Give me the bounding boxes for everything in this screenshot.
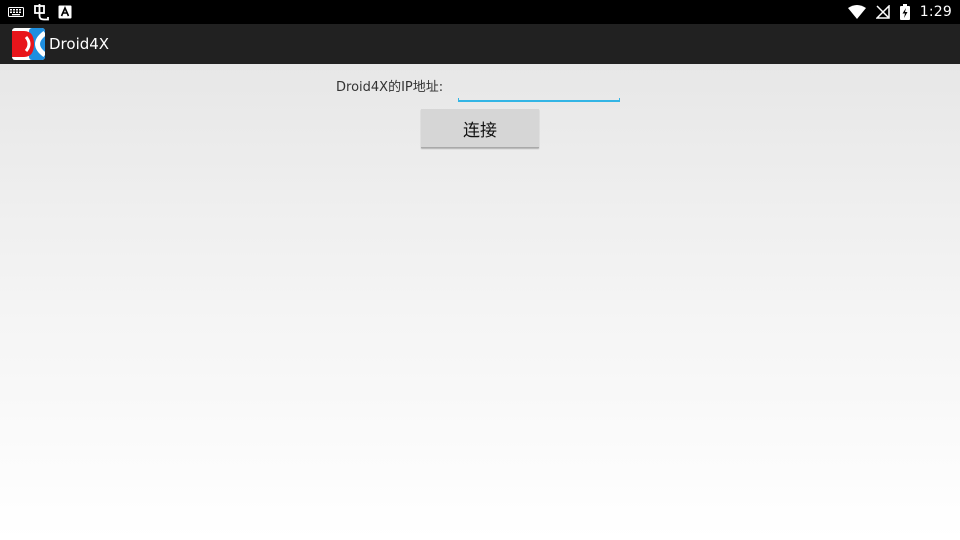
ip-address-input[interactable] (458, 78, 620, 102)
action-bar: Droid4X (0, 24, 960, 64)
connect-button[interactable]: 连接 (421, 109, 539, 148)
status-bar-right: 1:29 (847, 0, 952, 24)
status-bar: 1:29 (0, 0, 960, 24)
droid4x-logo-icon[interactable] (12, 28, 47, 60)
bug-icon (32, 3, 50, 21)
ip-address-label: Droid4X的IP地址: (336, 80, 444, 95)
app-title: Droid4X (49, 35, 110, 53)
screen: 1:29 Droid4X Droid4X的IP地址: 连接 (0, 0, 960, 540)
status-bar-clock: 1:29 (919, 4, 952, 20)
keyboard-icon (8, 6, 24, 18)
wifi-icon (847, 5, 866, 19)
signal-off-icon (875, 5, 890, 19)
battery-charging-icon (899, 4, 910, 20)
app-a-icon (58, 5, 72, 19)
status-bar-left (8, 0, 72, 24)
main-content: Droid4X的IP地址: 连接 (0, 64, 960, 540)
